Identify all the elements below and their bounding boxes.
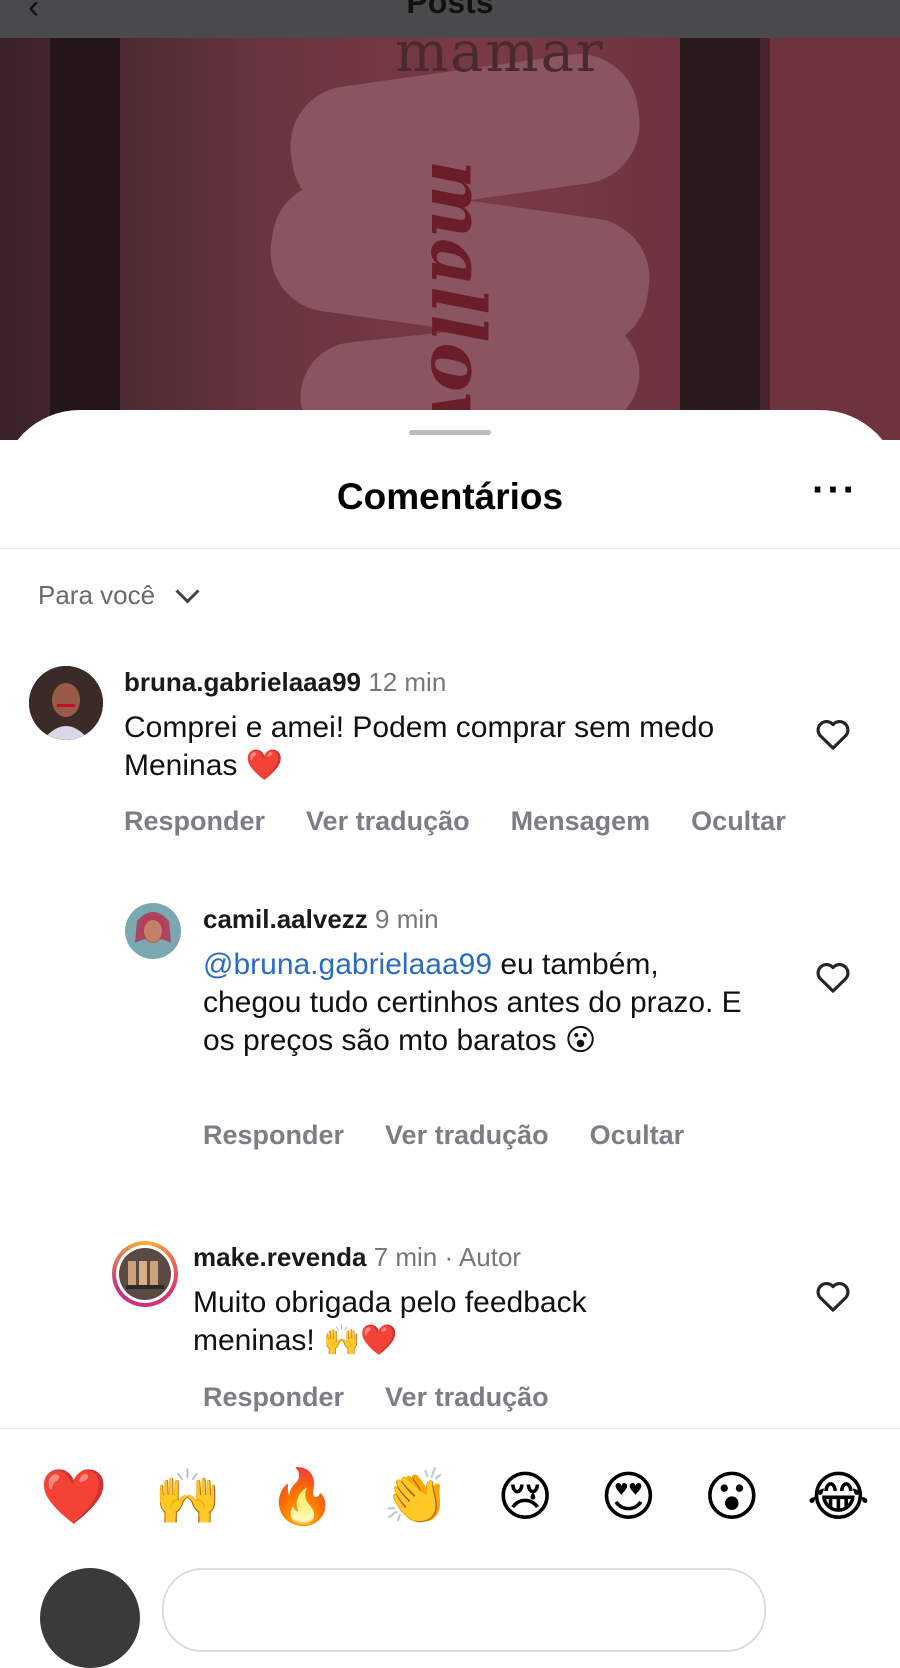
see-translation-button[interactable]: Ver tradução bbox=[385, 1120, 549, 1151]
reaction-heart-eyes-emoji[interactable]: 😍 bbox=[600, 1462, 656, 1532]
avatar[interactable] bbox=[29, 666, 103, 740]
top-bar: ‹ Posts bbox=[0, 0, 900, 38]
post-image-script-text: mallow bbox=[414, 160, 500, 440]
hide-button[interactable]: Ocultar bbox=[590, 1120, 685, 1151]
drag-handle[interactable] bbox=[409, 430, 491, 435]
comment-input[interactable] bbox=[162, 1568, 766, 1652]
avatar[interactable] bbox=[125, 903, 181, 959]
mention-link[interactable]: @bruna.gabrielaaa99 bbox=[203, 948, 492, 981]
comment-header: bruna.gabrielaaa99 12 min bbox=[124, 667, 446, 698]
reply-button[interactable]: Responder bbox=[203, 1382, 344, 1413]
heart-icon[interactable] bbox=[813, 957, 853, 997]
comment-actions: Responder Ver tradução Ocultar bbox=[203, 1120, 725, 1151]
message-button[interactable]: Mensagem bbox=[511, 806, 651, 837]
avatar-photo bbox=[29, 666, 103, 740]
timestamp: 9 min bbox=[375, 904, 439, 934]
quick-reaction-bar: ❤️ 🙌 🔥 👏 😢 😍 😮 😂 bbox=[40, 1462, 870, 1532]
chevron-down-icon bbox=[175, 579, 200, 604]
see-translation-button[interactable]: Ver tradução bbox=[385, 1382, 549, 1413]
reaction-surprised-emoji[interactable]: 😮 bbox=[704, 1462, 760, 1532]
sheet-title: Comentários bbox=[336, 476, 564, 517]
reaction-clap-emoji[interactable]: 👏 bbox=[383, 1462, 450, 1532]
page-title: Posts bbox=[406, 0, 494, 20]
see-translation-button[interactable]: Ver tradução bbox=[306, 806, 470, 837]
post-image-packaging bbox=[770, 38, 900, 440]
avatar[interactable] bbox=[112, 1241, 178, 1307]
divider bbox=[0, 548, 900, 549]
reaction-raised-hands-emoji[interactable]: 🙌 bbox=[154, 1462, 221, 1532]
reaction-laughing-emoji[interactable]: 😂 bbox=[807, 1462, 870, 1532]
comment-header: make.revenda 7 min · Autor bbox=[193, 1242, 521, 1273]
reply-button[interactable]: Responder bbox=[124, 806, 265, 837]
username-link[interactable]: camil.aalvezz bbox=[203, 904, 368, 934]
comment-text: @bruna.gabrielaaa99 eu também, chegou tu… bbox=[203, 946, 763, 1060]
avatar-photo bbox=[116, 1245, 174, 1303]
reaction-fire-emoji[interactable]: 🔥 bbox=[269, 1462, 336, 1532]
heart-icon[interactable] bbox=[813, 714, 853, 754]
comment-text: Comprei e amei! Podem comprar sem medo M… bbox=[124, 711, 715, 782]
heart-icon[interactable] bbox=[813, 1276, 853, 1316]
current-user-avatar bbox=[40, 1568, 140, 1668]
post-image-shadow bbox=[50, 38, 120, 440]
sort-filter-dropdown[interactable]: Para você bbox=[38, 579, 200, 611]
post-background: mamar mallow bbox=[0, 0, 900, 440]
reply-button[interactable]: Responder bbox=[203, 1120, 344, 1151]
reaction-bar-divider bbox=[0, 1428, 900, 1429]
timestamp: 12 min bbox=[368, 667, 447, 697]
reaction-crying-emoji[interactable]: 😢 bbox=[497, 1462, 553, 1532]
comment-actions: Responder Ver tradução Mensagem Ocultar bbox=[124, 806, 827, 837]
filter-label: Para você bbox=[38, 580, 156, 610]
avatar-photo bbox=[125, 903, 181, 959]
comment-text: Muito obrigada pelo feedback meninas! 🙌❤… bbox=[193, 1286, 587, 1357]
hide-button[interactable]: Ocultar bbox=[691, 806, 786, 837]
username-link[interactable]: bruna.gabrielaaa99 bbox=[124, 667, 361, 697]
timestamp: 7 min · Autor bbox=[373, 1242, 522, 1272]
comment-actions: Responder Ver tradução bbox=[203, 1382, 590, 1413]
more-horizontal-icon[interactable]: ··· bbox=[812, 468, 858, 513]
reaction-heart-emoji[interactable]: ❤️ bbox=[40, 1462, 107, 1532]
username-link[interactable]: make.revenda bbox=[193, 1242, 366, 1272]
post-image-shadow bbox=[680, 38, 760, 440]
comment-header: camil.aalvezz 9 min bbox=[203, 904, 439, 935]
